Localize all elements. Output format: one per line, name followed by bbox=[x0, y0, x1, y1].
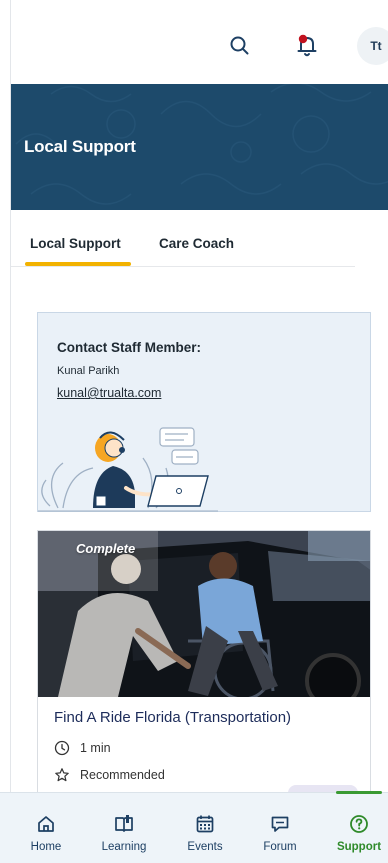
recommended-text: Recommended bbox=[80, 768, 165, 782]
notifications-button[interactable] bbox=[292, 30, 322, 60]
resource-recommended: Recommended bbox=[54, 767, 165, 783]
star-icon bbox=[55, 768, 69, 782]
nav-support[interactable]: Support bbox=[330, 793, 388, 863]
contact-heading: Contact Staff Member: bbox=[57, 340, 202, 355]
nav-events-label: Events bbox=[187, 841, 223, 853]
nav-home-label: Home bbox=[30, 841, 62, 853]
completion-status-tag: Complete bbox=[76, 541, 136, 556]
nav-learning[interactable]: Learning bbox=[92, 793, 156, 863]
top-bar: Tt bbox=[11, 0, 388, 84]
nav-events[interactable]: Events bbox=[180, 793, 230, 863]
page-banner: Local Support bbox=[11, 84, 388, 210]
search-icon bbox=[230, 36, 249, 55]
notification-dot bbox=[298, 34, 308, 44]
search-button[interactable] bbox=[227, 33, 253, 59]
contact-name: Kunal Parikh bbox=[57, 365, 120, 377]
support-agent-illustration bbox=[38, 427, 218, 512]
resource-duration: 1 min bbox=[54, 740, 111, 756]
bell-icon bbox=[297, 34, 317, 57]
resource-photo: Complete bbox=[38, 531, 370, 697]
nav-forum[interactable]: Forum bbox=[255, 793, 305, 863]
chat-icon bbox=[271, 816, 289, 832]
page-title: Local Support bbox=[24, 137, 136, 156]
nav-support-label: Support bbox=[336, 841, 382, 853]
tab-local-support[interactable]: Local Support bbox=[30, 236, 121, 251]
help-circle-icon bbox=[350, 815, 368, 833]
duration-text: 1 min bbox=[80, 741, 111, 755]
user-avatar[interactable]: Tt bbox=[357, 27, 388, 65]
bottom-navigation: Home Learning Events Forum Support bbox=[0, 791, 388, 863]
nav-home[interactable]: Home bbox=[24, 793, 68, 863]
tab-care-coach[interactable]: Care Coach bbox=[159, 236, 234, 251]
tab-bar: Local Support Care Coach bbox=[11, 210, 388, 268]
avatar-initials: Tt bbox=[370, 39, 382, 53]
resource-title[interactable]: Find A Ride Florida (Transportation) bbox=[54, 709, 291, 726]
contact-email-link[interactable]: kunal@trualta.com bbox=[57, 386, 161, 400]
tab-divider bbox=[11, 266, 355, 267]
contact-staff-card: Contact Staff Member: Kunal Parikh kunal… bbox=[37, 312, 371, 512]
nav-learning-label: Learning bbox=[101, 841, 147, 853]
home-icon bbox=[38, 816, 54, 832]
book-icon bbox=[115, 815, 133, 832]
resource-card[interactable]: Complete Find A Ride Florida (Transporta… bbox=[37, 530, 371, 800]
calendar-icon bbox=[196, 815, 214, 833]
nav-forum-label: Forum bbox=[263, 841, 297, 853]
clock-icon bbox=[54, 740, 70, 756]
